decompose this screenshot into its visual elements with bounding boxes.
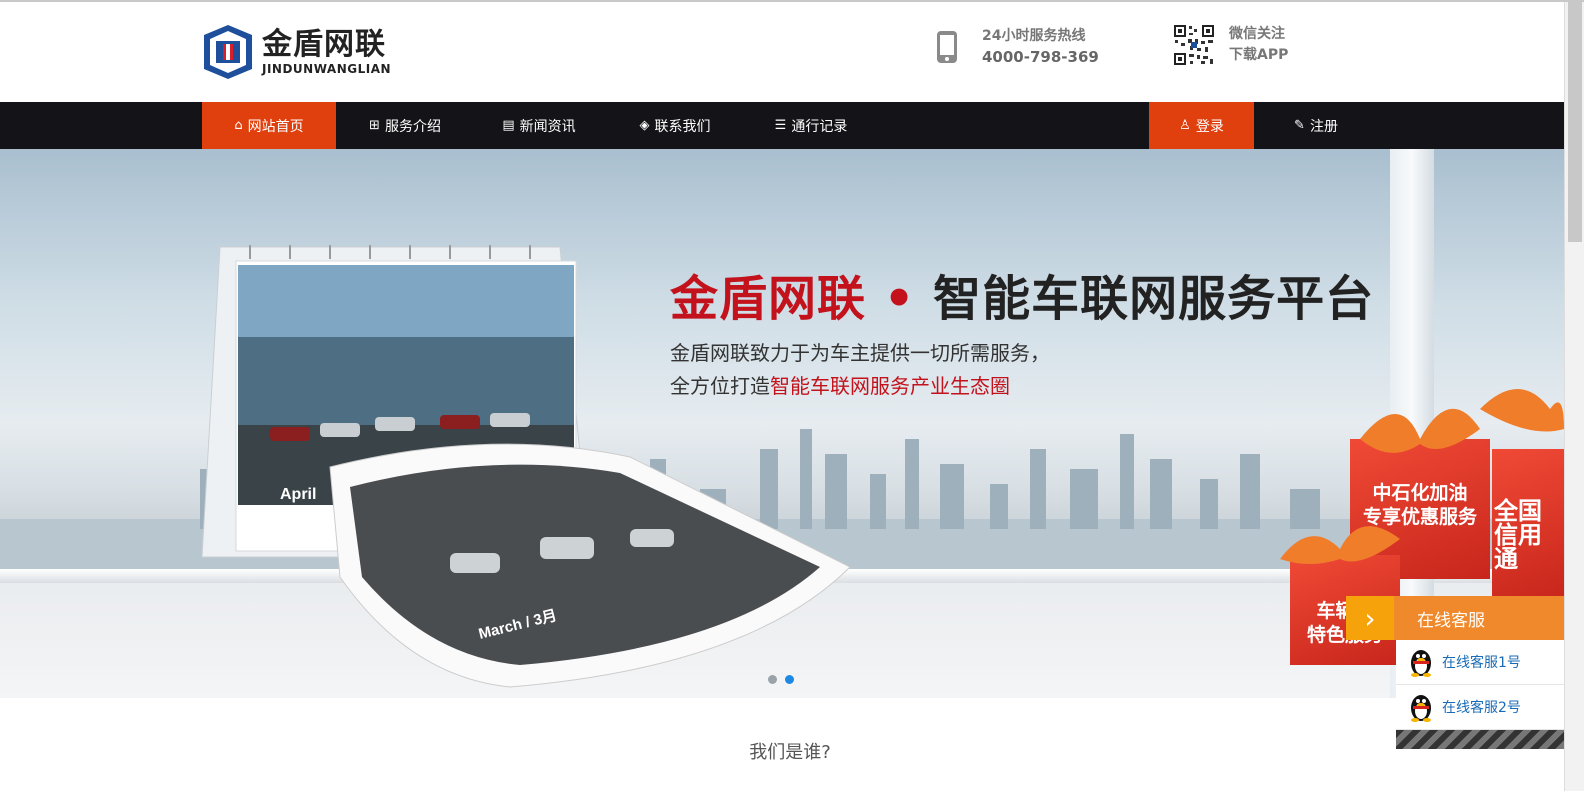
- news-icon: ▤: [502, 118, 515, 133]
- qq-penguin-icon: [1411, 650, 1431, 677]
- banner-desc-prefix: 全方位打造: [670, 374, 770, 398]
- chevron-right-icon[interactable]: ›: [1346, 596, 1394, 640]
- scrollbar[interactable]: [1564, 2, 1584, 791]
- banner-desc-highlight: 智能车联网服务产业生态圈: [770, 374, 1010, 398]
- calendar-month-top: April: [280, 486, 316, 503]
- hero-banner[interactable]: April March / 3月 金盾网联 • 智能车联网服务平台 金盾网联致力…: [0, 149, 1564, 698]
- banner-description: 金盾网联致力于为车主提供一切所需服务， 全方位打造智能车联网服务产业生态圈: [670, 337, 1050, 403]
- nav-services-label: 服务介绍: [384, 118, 441, 135]
- main-nav: ⌂ 网站首页 ⊞ 服务介绍 ▤ 新闻资讯 ◈ 联系我们 ☰ 通行记录 ♙ 登录 …: [0, 102, 1564, 149]
- scrollbar-thumb[interactable]: [1568, 2, 1582, 242]
- nav-home[interactable]: ⌂ 网站首页: [202, 102, 336, 149]
- banner-title-brand: 金盾网联: [670, 271, 867, 327]
- banner-desc-line1: 金盾网联致力于为车主提供一切所需服务，: [670, 341, 1050, 365]
- banner-title: 金盾网联 • 智能车联网服务平台: [670, 259, 1374, 329]
- phone-icon: [937, 31, 957, 63]
- user-icon: ♙: [1179, 118, 1191, 133]
- nav-contact-label: 联系我们: [654, 118, 711, 135]
- nav-services[interactable]: ⊞ 服务介绍: [350, 102, 460, 149]
- section-title-who-we-are: 我们是谁?: [749, 742, 831, 763]
- nav-contact[interactable]: ◈ 联系我们: [620, 102, 730, 149]
- tag-icon: ◈: [639, 118, 650, 133]
- banner-title-sep: •: [883, 271, 916, 327]
- slide-dot-1[interactable]: [768, 675, 777, 684]
- wechat-follow[interactable]: 微信关注 下载APP: [1173, 24, 1288, 66]
- nav-records[interactable]: ☰ 通行记录: [756, 102, 866, 149]
- nav-home-label: 网站首页: [247, 118, 304, 135]
- qr-code-icon: [1173, 24, 1215, 66]
- service-agent-2[interactable]: 在线客服2号: [1396, 685, 1564, 730]
- register-button[interactable]: ✎ 注册: [1266, 102, 1366, 149]
- service-agent-2-label: 在线客服2号: [1442, 700, 1521, 716]
- online-service-header[interactable]: › 在线客服: [1346, 596, 1564, 640]
- shield-logo-icon: [204, 25, 252, 79]
- login-label: 登录: [1195, 118, 1224, 135]
- site-logo[interactable]: 金盾网联 JINDUNWANGLIAN: [202, 22, 391, 82]
- edit-icon: ✎: [1294, 118, 1305, 133]
- download-app-label[interactable]: 下载APP: [1229, 45, 1288, 66]
- ribbon-bows: [1280, 389, 1564, 564]
- banner-title-rest: 智能车联网服务平台: [933, 271, 1375, 327]
- qq-penguin-icon: [1411, 695, 1431, 722]
- nav-records-label: 通行记录: [791, 118, 848, 135]
- nav-news-label: 新闻资讯: [519, 118, 576, 135]
- online-service-title: 在线客服: [1417, 610, 1485, 631]
- hotline: 24小时服务热线 4000-798-369: [936, 26, 1099, 68]
- service-agent-1-label: 在线客服1号: [1442, 655, 1521, 671]
- login-button[interactable]: ♙ 登录: [1149, 102, 1254, 149]
- service-agent-1[interactable]: 在线客服1号: [1396, 640, 1564, 685]
- brand-name-en: JINDUNWANGLIAN: [262, 62, 392, 76]
- slider-dots: [768, 675, 794, 684]
- site-header: 金盾网联 JINDUNWANGLIAN 24小时服务热线 4000-798-36…: [0, 2, 1584, 102]
- nav-news[interactable]: ▤ 新闻资讯: [484, 102, 594, 149]
- hotline-number: 4000-798-369: [982, 48, 1099, 66]
- hotline-label: 24小时服务热线: [982, 28, 1086, 44]
- wechat-label: 微信关注: [1229, 26, 1285, 42]
- online-service-panel: › 在线客服 在线客服1号 在线客服2号: [1346, 596, 1564, 749]
- grid-icon: ⊞: [369, 118, 380, 133]
- brand-name: 金盾网联: [262, 27, 386, 62]
- home-icon: ⌂: [234, 118, 243, 133]
- register-label: 注册: [1309, 118, 1338, 135]
- list-icon: ☰: [774, 118, 787, 133]
- slide-dot-2[interactable]: [785, 675, 794, 684]
